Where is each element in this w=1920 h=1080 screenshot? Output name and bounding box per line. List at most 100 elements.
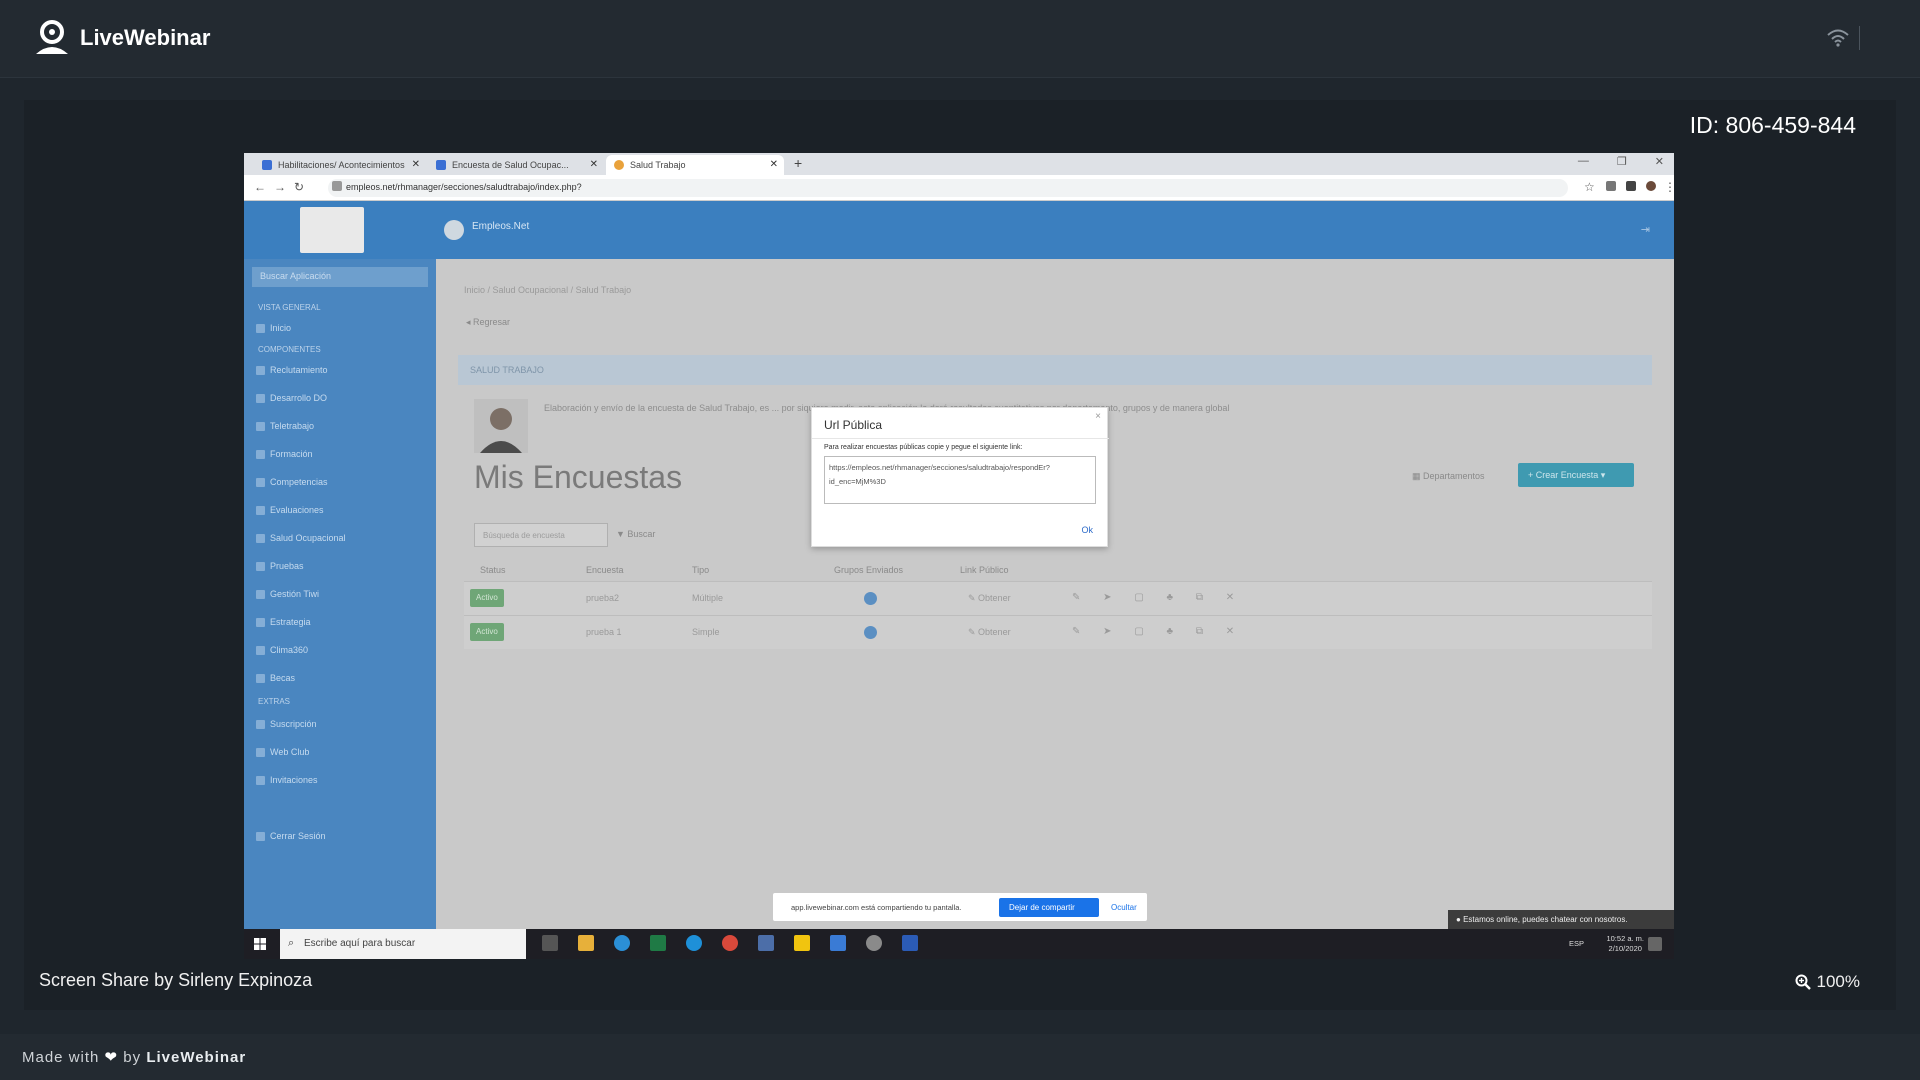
sidebar-item[interactable]: Suscripción <box>256 719 317 729</box>
zoom-level: 100% <box>1816 972 1860 991</box>
minimize-icon[interactable]: — <box>1578 155 1589 168</box>
app-top-bar: Empleos.Net ⇥ <box>244 201 1674 259</box>
word-icon[interactable] <box>902 935 918 951</box>
new-tab-icon[interactable]: + <box>794 155 802 171</box>
column-header: Encuesta <box>586 565 624 575</box>
star-icon[interactable]: ☆ <box>1584 180 1595 194</box>
sidebar-item[interactable]: Estrategia <box>256 617 311 627</box>
language-indicator[interactable]: ESP <box>1569 939 1584 948</box>
notifications-icon[interactable] <box>1648 937 1662 951</box>
settings-icon[interactable] <box>866 935 882 951</box>
zoom-control[interactable]: 100% <box>1795 972 1860 992</box>
zoom-app-icon[interactable] <box>830 935 846 951</box>
heart-icon: ❤ <box>104 1049 119 1066</box>
app-logo[interactable] <box>300 207 364 253</box>
sticky-notes-icon[interactable] <box>794 935 810 951</box>
close-window-icon[interactable]: ✕ <box>1655 155 1664 168</box>
windows-start-icon[interactable] <box>254 938 266 950</box>
stop-sharing-button[interactable]: Dejar de compartir <box>999 898 1099 917</box>
browser-tab-bar: Habilitaciones/ Acontecimientos ✕ Encues… <box>244 153 1674 175</box>
modal-divider <box>812 438 1109 439</box>
app-brand: Empleos.Net <box>472 221 530 232</box>
edge-icon[interactable] <box>614 935 630 951</box>
groups-sent-icon[interactable] <box>864 592 877 605</box>
skype-icon[interactable] <box>686 935 702 951</box>
url-field[interactable]: empleos.net/rhmanager/secciones/saludtra… <box>328 179 1568 197</box>
departments-link[interactable]: ▦ Departamentos <box>1412 471 1485 482</box>
row-actions[interactable]: ✎ ➤ ▢ ♣ ⧉ ✕ <box>1072 626 1244 637</box>
modal-message: Para realizar encuestas públicas copie y… <box>824 444 1023 451</box>
search-button[interactable]: ▼ Buscar <box>616 529 655 539</box>
livewebinar-footer: Made with ❤ by LiveWebinar <box>0 1034 1920 1080</box>
maximize-icon[interactable]: ❐ <box>1617 155 1627 168</box>
groups-sent-icon[interactable] <box>864 626 877 639</box>
app-sidebar: Buscar Aplicación VISTA GENERAL Inicio C… <box>244 259 436 929</box>
puzzle-icon[interactable] <box>1626 181 1636 191</box>
menu-icon[interactable]: ⋮ <box>1664 180 1674 194</box>
wifi-icon[interactable] <box>1826 28 1850 48</box>
extension-icon[interactable] <box>1606 181 1616 191</box>
footer-credit[interactable]: Made with ❤ by LiveWebinar <box>22 1048 246 1066</box>
lock-icon <box>332 181 342 191</box>
column-header: Status <box>480 565 506 575</box>
back-arrow-icon[interactable]: ← <box>254 180 266 194</box>
share-caption: Screen Share by Sirleny Expinoza <box>39 970 313 990</box>
chrome-icon[interactable] <box>722 935 738 951</box>
close-icon[interactable]: ✕ <box>770 159 778 170</box>
create-survey-button[interactable]: + Crear Encuesta ▾ <box>1518 463 1634 487</box>
logout-icon[interactable]: ⇥ <box>1641 223 1650 236</box>
taskbar-search-input[interactable]: Escribe aquí para buscar <box>280 929 526 959</box>
reload-icon[interactable]: ↻ <box>294 180 304 194</box>
sidebar-item[interactable]: Clima360 <box>255 645 308 655</box>
browser-tab[interactable]: Encuesta de Salud Ocupac... ✕ <box>428 155 604 175</box>
calculator-icon[interactable] <box>758 935 774 951</box>
sidebar-item[interactable]: Desarrollo DO <box>255 393 327 403</box>
browser-tab[interactable]: Habilitaciones/ Acontecimientos ✕ <box>254 155 426 175</box>
app-main: Inicio / Salud Ocupacional / Salud Traba… <box>436 259 1674 929</box>
sidebar-search[interactable]: Buscar Aplicación <box>252 267 428 287</box>
user-avatar[interactable] <box>444 220 464 240</box>
sidebar-item[interactable]: Reclutamiento <box>256 365 328 375</box>
sidebar-logout[interactable]: Cerrar Sesión <box>256 831 326 841</box>
sidebar-item[interactable]: Invitaciones <box>256 775 318 785</box>
sidebar-item[interactable]: Formación <box>256 449 313 459</box>
public-url-textarea[interactable]: https://empleos.net/rhmanager/secciones/… <box>824 456 1096 504</box>
close-icon[interactable]: × <box>1095 411 1101 422</box>
sidebar-item[interactable]: Becas <box>255 673 295 683</box>
sidebar-item[interactable]: Competencias <box>256 477 328 487</box>
sidebar-item[interactable]: Salud Ocupacional <box>256 533 346 543</box>
header-divider <box>1859 26 1860 50</box>
tab-favicon-icon <box>614 160 624 170</box>
close-icon[interactable]: ✕ <box>412 159 420 170</box>
survey-type: Simple <box>692 627 720 637</box>
column-header: Link Público <box>960 565 1009 575</box>
task-view-icon[interactable] <box>542 935 558 951</box>
sidebar-item[interactable]: Gestión Tiwi <box>255 589 319 599</box>
taskbar-clock[interactable]: 10:52 a. m. 2/10/2020 <box>1606 934 1644 954</box>
sidebar-section: EXTRAS <box>258 697 291 706</box>
sidebar-item[interactable]: Inicio <box>255 323 291 333</box>
sidebar-item[interactable]: Web Club <box>255 747 309 757</box>
avatar <box>474 399 528 453</box>
sidebar-item[interactable]: Pruebas <box>256 561 304 571</box>
chat-notice[interactable]: ● Estamos online, puedes chatear con nos… <box>1448 910 1674 929</box>
address-bar: ← → ↻ empleos.net/rhmanager/secciones/sa… <box>244 175 1674 201</box>
excel-icon[interactable] <box>650 935 666 951</box>
close-icon[interactable]: ✕ <box>590 159 598 170</box>
row-actions[interactable]: ✎ ➤ ▢ ♣ ⧉ ✕ <box>1072 592 1244 603</box>
sidebar-item[interactable]: Evaluaciones <box>256 505 324 515</box>
forward-arrow-icon[interactable]: → <box>274 180 286 194</box>
panel-title: SALUD TRABAJO <box>458 355 1652 385</box>
get-link[interactable]: ✎ Obtener <box>968 627 1011 638</box>
sidebar-item[interactable]: Teletrabajo <box>255 421 314 431</box>
survey-name: prueba 1 <box>586 627 622 637</box>
get-link[interactable]: ✎ Obtener <box>968 593 1011 604</box>
back-link[interactable]: ◂ Regresar <box>466 317 510 328</box>
livewebinar-logo[interactable]: LiveWebinar <box>32 20 210 56</box>
hide-notice-link[interactable]: Ocultar <box>1111 903 1137 912</box>
profile-avatar[interactable] <box>1646 181 1656 191</box>
browser-tab-active[interactable]: Salud Trabajo ✕ <box>606 155 784 175</box>
ok-button[interactable]: Ok <box>1081 525 1093 535</box>
survey-search-input[interactable]: Búsqueda de encuesta <box>474 523 608 547</box>
file-explorer-icon[interactable] <box>578 935 594 951</box>
